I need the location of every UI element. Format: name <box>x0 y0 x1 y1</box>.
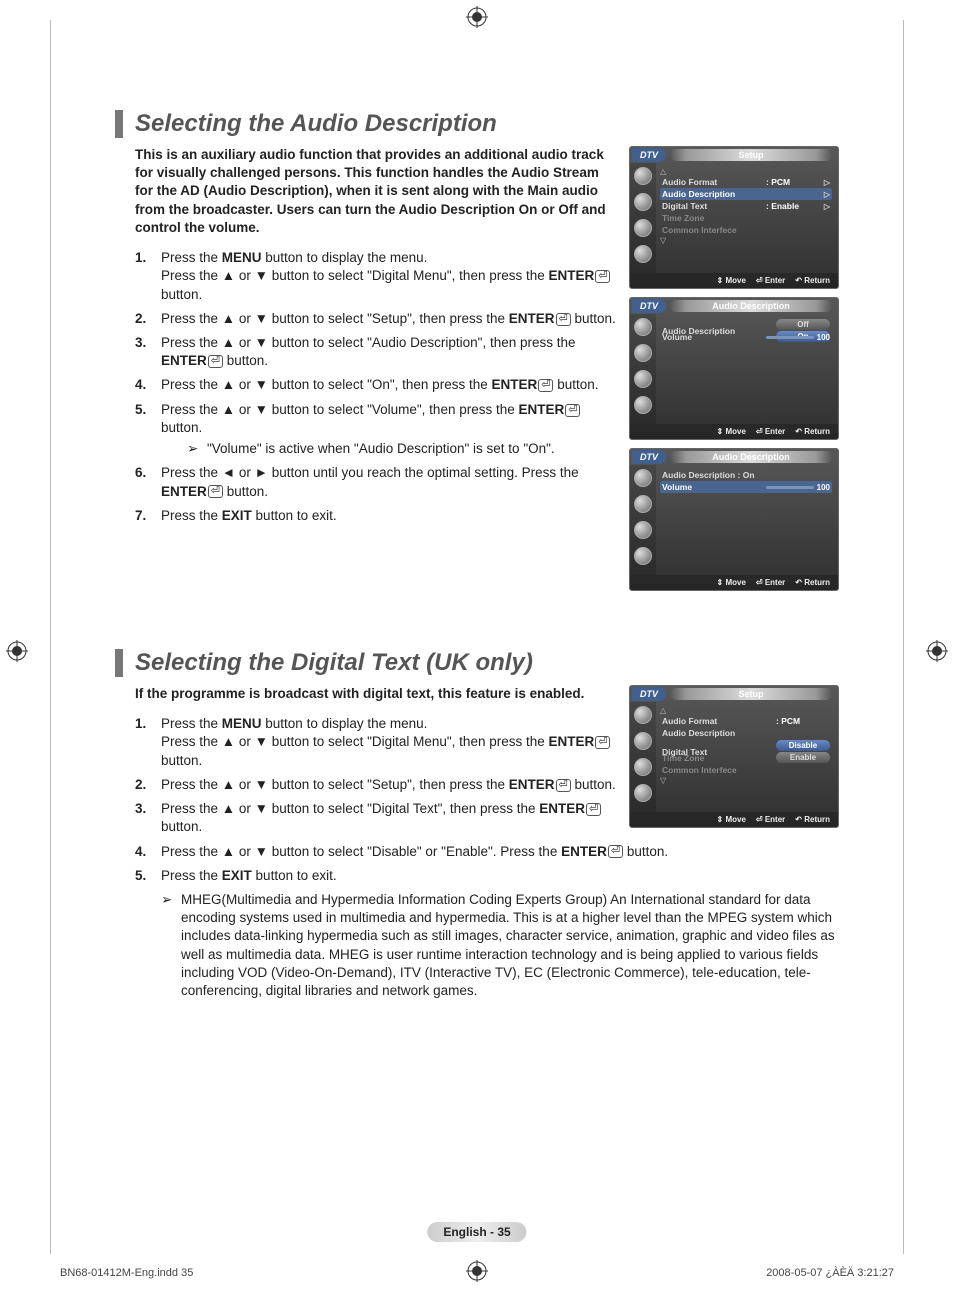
mheg-note: ➢ MHEG(Multimedia and Hypermedia Informa… <box>161 891 839 1000</box>
section2-steps: 1.Press the MENU button to display the m… <box>135 715 619 836</box>
dtv-tab: DTV <box>632 148 666 162</box>
chevron-right-icon: ▷ <box>820 202 830 211</box>
registration-mark-right <box>926 640 948 662</box>
note-arrow-icon: ➢ <box>161 891 181 1000</box>
note: ➢ "Volume" is active when "Audio Descrip… <box>187 440 619 458</box>
osd-nav-icon <box>634 370 652 388</box>
osd-nav-icon <box>634 784 652 802</box>
enter-hint: ⏎ Enter <box>756 276 785 285</box>
osd-nav-icon <box>634 167 652 185</box>
osd-nav-icon <box>634 521 652 539</box>
osd-nav-icon <box>634 318 652 336</box>
section1-title: Selecting the Audio Description <box>115 110 839 138</box>
section2-intro: If the programme is broadcast with digit… <box>135 685 619 703</box>
move-hint: ⇕ Move <box>717 276 746 285</box>
osd-nav-icon <box>634 469 652 487</box>
osd-nav-icon <box>634 245 652 263</box>
osd-option-disable: Disable <box>776 740 830 751</box>
osd-nav-icon <box>634 193 652 211</box>
section1-intro: This is an auxiliary audio function that… <box>135 146 619 237</box>
osd-nav-icon <box>634 219 652 237</box>
chevron-right-icon: ▷ <box>820 190 830 199</box>
chevron-right-icon: ▷ <box>820 178 830 187</box>
osd-nav-icon <box>634 758 652 776</box>
osd-nav-icon <box>634 706 652 724</box>
osd-nav-icon <box>634 495 652 513</box>
osd-option-off: Off <box>776 319 830 330</box>
registration-mark-left <box>6 640 28 662</box>
osd-nav-icon <box>634 547 652 565</box>
registration-mark-top <box>466 6 488 28</box>
margin-rule-left <box>50 20 51 1254</box>
margin-rule-right <box>903 20 904 1254</box>
volume-bar <box>766 486 814 489</box>
up-triangle-icon: △ <box>660 706 832 715</box>
doc-footer: BN68-01412M-Eng.indd 35 2008-05-07 ¿ÀÈÄ … <box>60 1267 894 1279</box>
doc-footer-right: 2008-05-07 ¿ÀÈÄ 3:21:27 <box>766 1267 894 1279</box>
return-hint: ↶ Return <box>795 276 830 285</box>
section1-steps: 1.Press the MENU button to display the m… <box>135 249 619 525</box>
up-triangle-icon: △ <box>660 167 832 176</box>
osd-audiodesc-panel-1: DTV Audio Description Audio Description <box>629 297 839 440</box>
osd-audiodesc-panel-2: DTV Audio Description Audio Description … <box>629 448 839 591</box>
step-body: Press the MENU button to display the men… <box>161 249 619 304</box>
osd-nav-icon <box>634 396 652 414</box>
osd-setup-panel-2: DTV Setup △ Audio Format: PCM <box>629 685 839 828</box>
volume-bar <box>766 336 814 339</box>
down-triangle-icon: ▽ <box>660 776 832 785</box>
osd-setup-panel: DTV Setup △ Audio Format: PCM▷ Audio Des… <box>629 146 839 289</box>
osd-nav-icon <box>634 344 652 362</box>
page-content: Selecting the Audio Description This is … <box>115 110 839 1000</box>
page-number: English - 35 <box>427 1222 526 1242</box>
osd-nav-icon <box>634 732 652 750</box>
note-arrow-icon: ➢ <box>187 440 207 458</box>
doc-footer-left: BN68-01412M-Eng.indd 35 <box>60 1267 193 1279</box>
down-triangle-icon: ▽ <box>660 236 832 245</box>
section2-title: Selecting the Digital Text (UK only) <box>115 649 839 677</box>
osd-title: Setup <box>670 149 832 161</box>
